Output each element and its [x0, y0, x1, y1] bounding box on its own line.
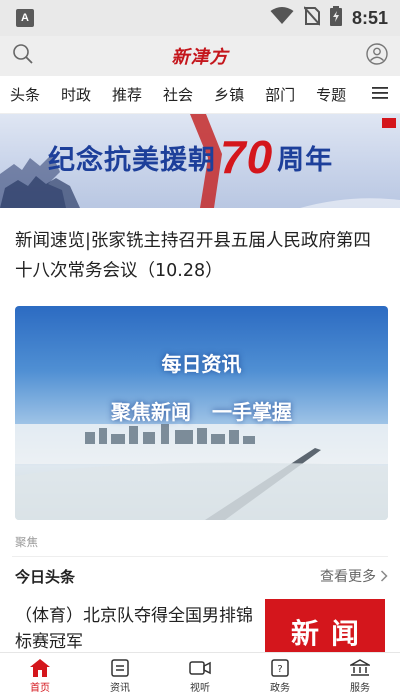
section-title: 今日头条	[15, 567, 76, 586]
view-more-label: 查看更多	[320, 569, 376, 585]
article-tag: 聚焦	[15, 535, 38, 549]
article-title[interactable]: 新闻速览|张家铣主持召开县五届人民政府第四十八次常务会议（10.28）	[0, 208, 400, 300]
notification-a-icon: A	[16, 9, 34, 27]
banner-headline: 纪念抗美援朝 70 周年	[48, 132, 333, 182]
tab-recommended[interactable]: 推荐	[112, 84, 142, 105]
video-icon	[189, 661, 211, 675]
search-icon[interactable]	[12, 43, 34, 69]
app-header: 新津方	[0, 36, 400, 76]
home-icon	[30, 659, 50, 677]
tab-society[interactable]: 社会	[163, 84, 193, 105]
promo-banner[interactable]: 纪念抗美援朝 70 周年	[0, 114, 400, 208]
feature-caption-line1: 每日资讯	[161, 352, 242, 376]
banner-text-after: 周年	[277, 144, 334, 176]
banner-corner-badge	[382, 118, 396, 128]
no-sim-icon	[303, 6, 321, 30]
nav-video-label: 视听	[190, 683, 210, 694]
nav-video[interactable]: 视听	[160, 653, 240, 700]
tab-townships[interactable]: 乡镇	[214, 84, 244, 105]
wifi-icon	[270, 7, 294, 29]
news-icon	[111, 659, 129, 677]
app-logo: 新津方	[171, 47, 229, 68]
banner-text-before: 纪念抗美援朝	[48, 144, 216, 176]
tab-topics[interactable]: 专题	[316, 84, 346, 105]
status-time: 8:51	[351, 7, 388, 28]
tab-politics[interactable]: 时政	[61, 84, 91, 105]
nav-news-label: 资讯	[110, 683, 130, 694]
nav-government-label: 政务	[270, 683, 290, 694]
nav-home[interactable]: 首页	[0, 653, 80, 700]
user-profile-icon[interactable]	[366, 43, 388, 69]
list-item[interactable]: （体育）北京队夺得全国男排锦标赛冠军 新闻	[0, 595, 400, 655]
category-tabs: 头条 时政 推荐 社会 乡镇 部门 专题	[0, 76, 400, 114]
svg-text:?: ?	[277, 664, 282, 675]
nav-service[interactable]: 服务	[320, 653, 400, 700]
feature-image[interactable]: 每日资讯 聚焦新闻 一手掌握	[15, 306, 388, 520]
headlines-section-header: 今日头条 查看更多	[0, 557, 400, 595]
bottom-navigation: 首页 资讯 视听 ? 政务 服务	[0, 652, 400, 700]
status-bar: A 8:51	[0, 0, 400, 36]
view-more-link[interactable]: 查看更多	[320, 566, 388, 586]
chevron-right-icon	[380, 570, 388, 582]
nav-government[interactable]: ? 政务	[240, 653, 320, 700]
nav-service-label: 服务	[350, 683, 370, 694]
government-icon: ?	[271, 659, 289, 677]
banner-number: 70	[220, 131, 274, 183]
nav-news[interactable]: 资讯	[80, 653, 160, 700]
nav-home-label: 首页	[30, 683, 50, 694]
tab-headlines[interactable]: 头条	[10, 84, 40, 105]
feature-caption-line2: 聚焦新闻 一手掌握	[111, 400, 292, 424]
menu-icon[interactable]	[372, 85, 388, 104]
news-item-title: （体育）北京队夺得全国男排锦标赛冠军	[15, 606, 253, 652]
tab-departments[interactable]: 部门	[265, 84, 295, 105]
battery-icon	[329, 6, 342, 30]
service-icon	[350, 659, 370, 676]
news-item-thumbnail: 新闻	[265, 599, 385, 655]
